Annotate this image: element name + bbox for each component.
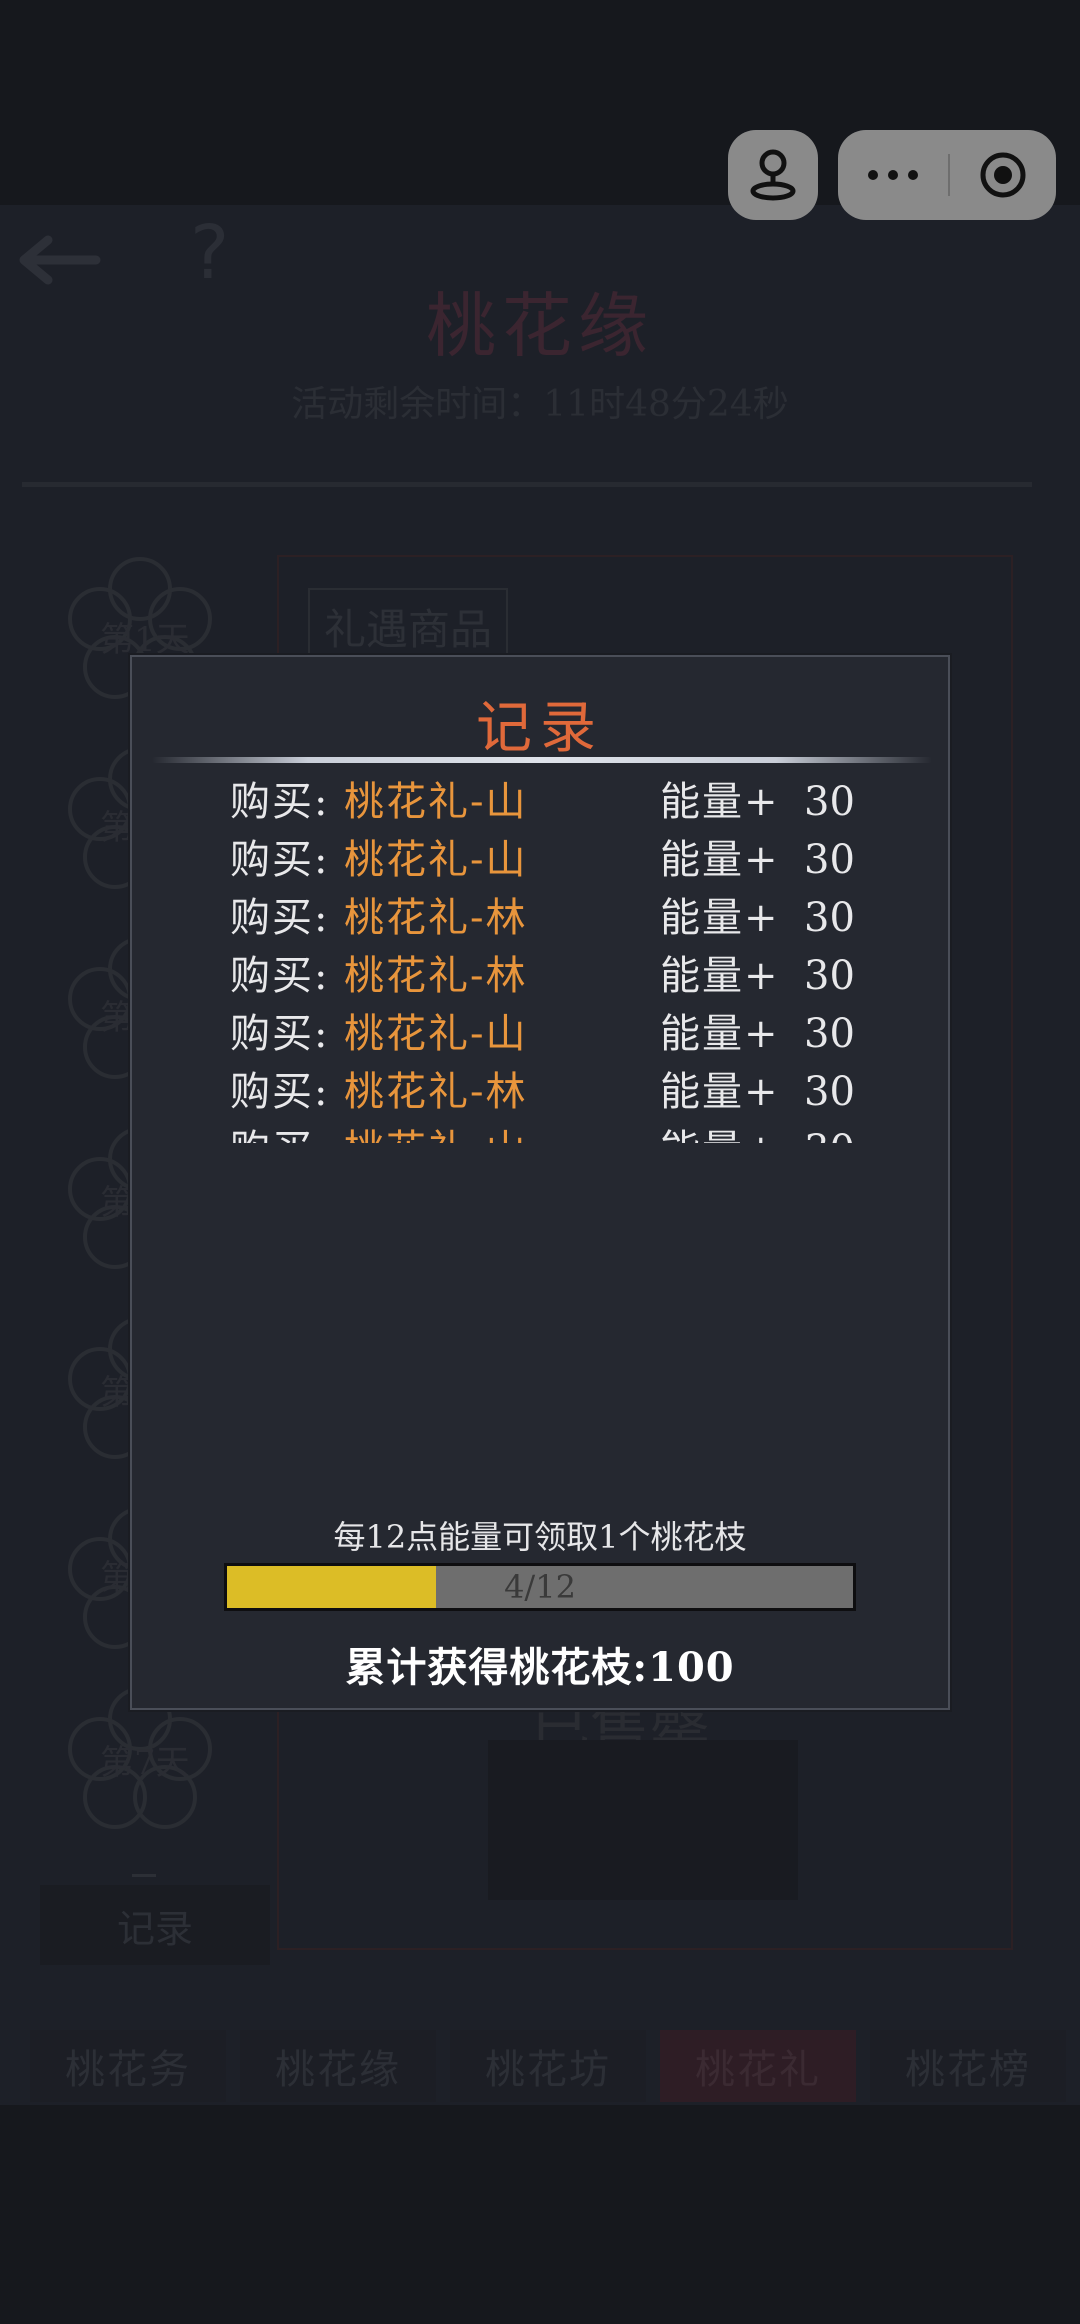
record-action: 购买: <box>230 837 330 883</box>
day-label: 第 <box>100 1183 134 1223</box>
tab-taohua-yuan[interactable]: 桃花缘 <box>240 2030 436 2102</box>
close-miniprogram-button[interactable] <box>950 130 1056 220</box>
more-dots-icon <box>868 170 918 180</box>
record-item: 桃花礼-山 <box>344 837 528 883</box>
record-item: 桃花礼-山 <box>344 1121 528 1143</box>
target-close-icon <box>980 152 1026 198</box>
page-title: 桃花缘 <box>426 285 654 367</box>
record-row: 购买: 桃花礼-山 能量+ 30 <box>132 831 948 889</box>
record-row: 购买: 桃花礼-林 能量+ 30 <box>132 1063 948 1121</box>
activity-timer: 活动剩余时间：11时48分24秒 <box>291 384 789 425</box>
record-amount: 30 <box>804 1011 855 1057</box>
capsule-menu <box>838 130 1056 220</box>
record-action: 购买: <box>230 1069 330 1115</box>
energy-progress-bar: 4/12 <box>224 1563 856 1611</box>
tab-taohua-fang[interactable]: 桃花坊 <box>450 2030 646 2102</box>
location-button[interactable] <box>728 130 818 220</box>
record-amount: 30 <box>804 1121 855 1143</box>
record-gain: 能量+ <box>660 779 780 825</box>
record-row: 购买: 桃花礼-山 能量+ 30 <box>132 773 948 831</box>
more-button[interactable] <box>838 130 948 220</box>
record-row: 购买: 桃花礼-林 能量+ 30 <box>132 889 948 947</box>
record-gain: 能量+ <box>660 1011 780 1057</box>
record-button[interactable]: 记录 <box>40 1885 270 1965</box>
record-list[interactable]: 购买: 桃花礼-山 能量+ 30 购买: 桃花礼-山 能量+ 30 购买: 桃花礼-林 能量+ 30 购… <box>132 773 948 1143</box>
modal-title: 记录 <box>476 696 604 761</box>
energy-hint: 每12点能量可领取1个桃花枝 <box>333 1518 747 1556</box>
record-item: 桃花礼-山 <box>344 779 528 825</box>
day-label: 第 <box>100 1373 134 1413</box>
day-label: 第7天 <box>100 1743 190 1783</box>
record-amount: 30 <box>804 837 855 883</box>
record-action: 购买: <box>230 779 330 825</box>
tab-taohua-wu[interactable]: 桃花务 <box>30 2030 226 2102</box>
record-row: 购买: 桃花礼-山 能量+ 30 <box>132 1005 948 1063</box>
record-row: 购买: 桃花礼-山 能量+ 30 <box>132 1121 948 1143</box>
day-label: 第 <box>100 1558 134 1598</box>
record-gain: 能量+ <box>660 1121 780 1143</box>
record-action: 购买: <box>230 1121 329 1143</box>
record-gain: 能量+ <box>660 953 780 999</box>
dash-mark <box>132 1874 156 1877</box>
header-divider <box>22 482 1032 487</box>
tab-taohua-bang[interactable]: 桃花榜 <box>870 2030 1066 2102</box>
record-item: 桃花礼-林 <box>344 953 528 999</box>
day-label: 第1天 <box>100 620 190 660</box>
record-amount: 30 <box>804 779 855 825</box>
total-branches: 累计获得桃花枝:100 <box>345 1644 735 1691</box>
location-pin-icon <box>750 149 796 201</box>
modal-divider <box>152 757 932 763</box>
day-label: 第 <box>100 808 134 848</box>
day-label: 第 <box>100 998 134 1038</box>
bottom-area <box>0 2105 1080 2324</box>
record-gain: 能量+ <box>660 837 780 883</box>
record-item: 桃花礼-林 <box>344 895 528 941</box>
tab-taohua-li[interactable]: 桃花礼 <box>660 2030 856 2102</box>
record-action: 购买: <box>230 953 330 999</box>
record-modal: 记录 购买: 桃花礼-山 能量+ 30 购买: 桃花礼-山 能量+ 30 购买: 桃花礼-林 能量+… <box>130 655 950 1710</box>
record-amount: 30 <box>804 1069 855 1115</box>
progress-label: 4/12 <box>504 1568 576 1606</box>
record-gain: 能量+ <box>660 895 780 941</box>
shop-item-box <box>488 1740 798 1900</box>
record-amount: 30 <box>804 953 855 999</box>
record-gain: 能量+ <box>660 1069 780 1115</box>
record-action: 购买: <box>230 1011 330 1057</box>
record-item: 桃花礼-山 <box>344 1011 528 1057</box>
record-amount: 30 <box>804 895 855 941</box>
record-action: 购买: <box>230 895 330 941</box>
record-row: 购买: 桃花礼-林 能量+ 30 <box>132 947 948 1005</box>
record-item: 桃花礼-林 <box>344 1069 528 1115</box>
panel-label: 礼遇商品 <box>308 588 509 665</box>
